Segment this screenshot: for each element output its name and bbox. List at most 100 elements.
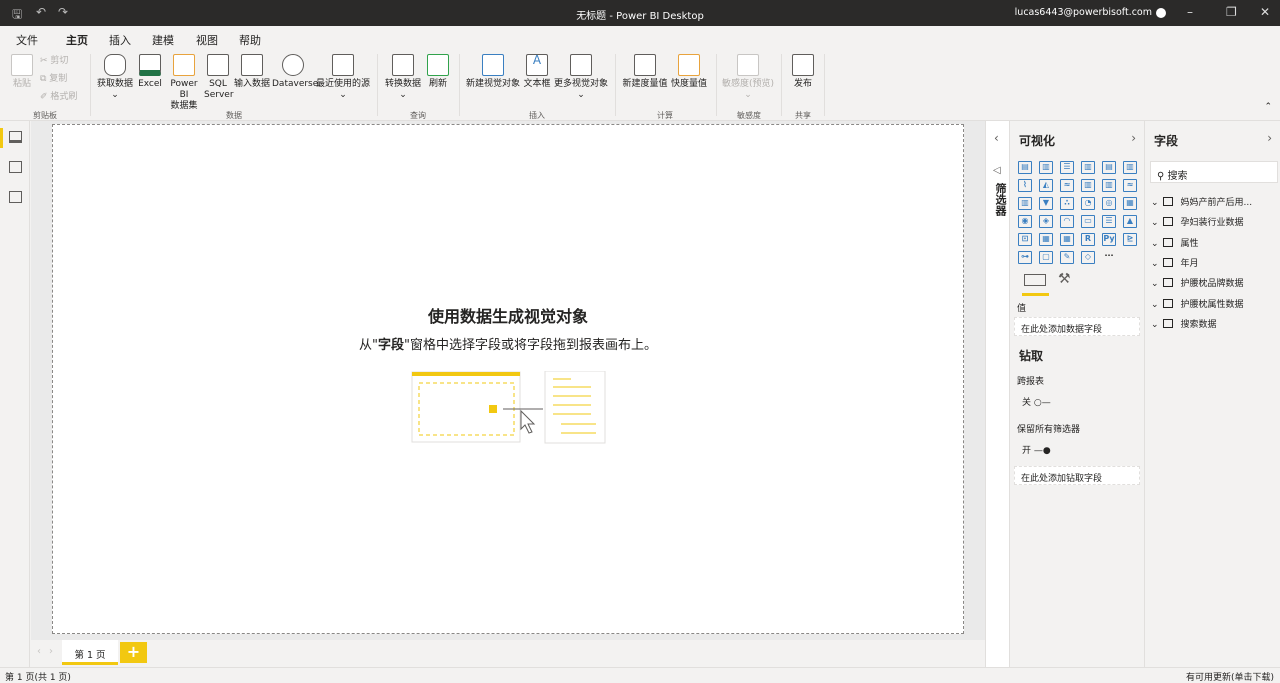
clustered-column-icon[interactable]: ▥: [1081, 161, 1095, 174]
tab-view[interactable]: 视图: [196, 32, 218, 48]
report-canvas[interactable]: 使用数据生成视觉对象 从"字段"窗格中选择字段或将字段拖到报表画布上。: [52, 124, 964, 634]
enter-data-button[interactable]: 输入数据: [233, 54, 271, 90]
close-icon[interactable]: ✕: [1260, 5, 1270, 19]
100-bar-icon[interactable]: ▤: [1102, 161, 1116, 174]
chevron-down-icon[interactable]: ⌄: [1151, 198, 1159, 208]
kpi-icon[interactable]: ▲: [1123, 215, 1137, 228]
stacked-bar-icon[interactable]: ▤: [1018, 161, 1032, 174]
powerbi-dataset-button[interactable]: Power BI 数据集: [165, 54, 203, 112]
avatar[interactable]: [1156, 8, 1166, 18]
tab-modeling[interactable]: 建模: [152, 32, 174, 48]
chevron-down-icon[interactable]: ⌄: [1151, 259, 1159, 269]
filters-pane-collapsed[interactable]: ‹ ◁ 筛选器: [985, 121, 1010, 667]
field-table-item[interactable]: ⌄ 搜索数据: [1151, 317, 1217, 330]
r-visual-icon[interactable]: R: [1081, 233, 1095, 246]
new-measure-button[interactable]: 新建度量值: [622, 54, 668, 90]
fields-well-icon[interactable]: [1024, 274, 1046, 286]
restore-icon[interactable]: ❐: [1226, 5, 1237, 19]
sensitivity-button[interactable]: 敏感度(预览) ⌄: [720, 54, 776, 101]
chevron-down-icon[interactable]: ⌄: [1151, 218, 1159, 228]
gauge-icon[interactable]: ◠: [1060, 215, 1074, 228]
key-influencers-icon[interactable]: ⊵: [1123, 233, 1137, 246]
more-visuals-button[interactable]: 更多视觉对象 ⌄: [553, 54, 609, 101]
cut-button[interactable]: ✂ 剪切: [40, 56, 68, 67]
python-visual-icon[interactable]: Py: [1102, 233, 1116, 246]
line-icon[interactable]: ⌇: [1018, 179, 1032, 192]
chevron-down-icon[interactable]: ⌄: [1151, 300, 1159, 310]
copy-button[interactable]: ⧉ 复制: [40, 74, 67, 85]
line-clustered-icon[interactable]: ▥: [1102, 179, 1116, 192]
fields-search-input[interactable]: ⚲ 搜索: [1150, 161, 1278, 183]
drillthrough-drop-zone[interactable]: 在此处添加钻取字段: [1014, 466, 1140, 485]
qa-icon[interactable]: ▢: [1039, 251, 1053, 264]
page-tab-1[interactable]: 第 1 页: [62, 640, 118, 665]
sql-server-button[interactable]: SQL Server: [204, 54, 234, 101]
donut-icon[interactable]: ◎: [1102, 197, 1116, 210]
tab-insert[interactable]: 插入: [109, 32, 131, 48]
transform-data-button[interactable]: 转换数据 ⌄: [384, 54, 422, 101]
line-column-icon[interactable]: ▥: [1081, 179, 1095, 192]
new-visual-button[interactable]: 新建视觉对象: [465, 54, 521, 90]
scatter-icon[interactable]: ∴: [1060, 197, 1074, 210]
get-data-button[interactable]: 获取数据 ⌄: [95, 54, 135, 101]
format-painter-button[interactable]: ✐ 格式刷: [40, 92, 77, 103]
ribbon-icon[interactable]: ≈: [1123, 179, 1137, 192]
field-table-item[interactable]: ⌄ 护腰枕属性数据: [1151, 297, 1244, 310]
cross-report-toggle[interactable]: 关 ○—: [1022, 395, 1051, 408]
field-table-item[interactable]: ⌄ 妈妈产前产后用...: [1151, 195, 1252, 208]
collapse-viz-icon[interactable]: ›: [1131, 131, 1136, 145]
textbox-button[interactable]: A 文本框: [522, 54, 552, 90]
prev-page-icon[interactable]: ‹: [37, 646, 41, 657]
smart-narrative-icon[interactable]: ✎: [1060, 251, 1074, 264]
clustered-bar-icon[interactable]: ☰: [1060, 161, 1074, 174]
keep-filters-toggle[interactable]: 开 —●: [1022, 443, 1051, 456]
dataverse-button[interactable]: Dataverse: [272, 54, 318, 90]
stacked-column-icon[interactable]: ▥: [1039, 161, 1053, 174]
field-table-item[interactable]: ⌄ 孕妇装行业数据: [1151, 215, 1244, 228]
publish-button[interactable]: 发布: [790, 54, 816, 90]
map-icon[interactable]: ◉: [1018, 215, 1032, 228]
chevron-down-icon[interactable]: ⌄: [1151, 239, 1159, 249]
pie-icon[interactable]: ◔: [1081, 197, 1095, 210]
paste-button[interactable]: 粘贴: [10, 54, 34, 90]
tab-help[interactable]: 帮助: [239, 32, 261, 48]
treemap-icon[interactable]: ▦: [1123, 197, 1137, 210]
data-view-icon[interactable]: [9, 161, 22, 173]
tab-file[interactable]: 文件: [16, 32, 38, 48]
funnel-icon[interactable]: ▼: [1039, 197, 1053, 210]
card-icon[interactable]: ▭: [1081, 215, 1095, 228]
waterfall-icon[interactable]: ▥: [1018, 197, 1032, 210]
stacked-area-icon[interactable]: ≈: [1060, 179, 1074, 192]
report-view-icon[interactable]: [9, 131, 22, 143]
recent-sources-button[interactable]: 最近使用的源 ⌄: [315, 54, 371, 101]
model-view-icon[interactable]: [9, 191, 22, 203]
slicer-icon[interactable]: ⊡: [1018, 233, 1032, 246]
paginated-icon[interactable]: ◇: [1081, 251, 1095, 264]
chevron-down-icon[interactable]: ⌄: [1151, 279, 1159, 289]
more-icon[interactable]: ···: [1102, 251, 1116, 264]
minimize-icon[interactable]: –: [1187, 5, 1193, 19]
filled-map-icon[interactable]: ◈: [1039, 215, 1053, 228]
values-drop-zone[interactable]: 在此处添加数据字段: [1014, 317, 1140, 336]
quick-measure-button[interactable]: 快度量值: [670, 54, 708, 90]
multirow-card-icon[interactable]: ☰: [1102, 215, 1116, 228]
field-table-item[interactable]: ⌄ 年月: [1151, 256, 1199, 269]
decomposition-tree-icon[interactable]: ⊶: [1018, 251, 1032, 264]
update-available-link[interactable]: 有可用更新(单击下载): [1186, 670, 1274, 683]
field-table-item[interactable]: ⌄ 属性: [1151, 236, 1199, 249]
table-icon[interactable]: ▦: [1039, 233, 1053, 246]
collapse-fields-icon[interactable]: ›: [1267, 131, 1272, 145]
user-account[interactable]: lucas6443@powerbisoft.com: [1015, 7, 1152, 18]
chevron-down-icon[interactable]: ⌄: [1151, 320, 1159, 330]
100-column-icon[interactable]: ▥: [1123, 161, 1137, 174]
add-page-button[interactable]: +: [120, 642, 147, 663]
excel-button[interactable]: Excel: [138, 54, 162, 90]
tab-home[interactable]: 主页: [66, 32, 88, 53]
expand-filters-icon[interactable]: ‹: [994, 131, 999, 145]
next-page-icon[interactable]: ›: [49, 646, 53, 657]
refresh-button[interactable]: 刷新: [426, 54, 450, 90]
format-paint-roller-icon[interactable]: ⚒: [1058, 271, 1071, 287]
matrix-icon[interactable]: ▦: [1060, 233, 1074, 246]
collapse-ribbon-icon[interactable]: ⌃: [1264, 102, 1272, 112]
area-icon[interactable]: ◭: [1039, 179, 1053, 192]
